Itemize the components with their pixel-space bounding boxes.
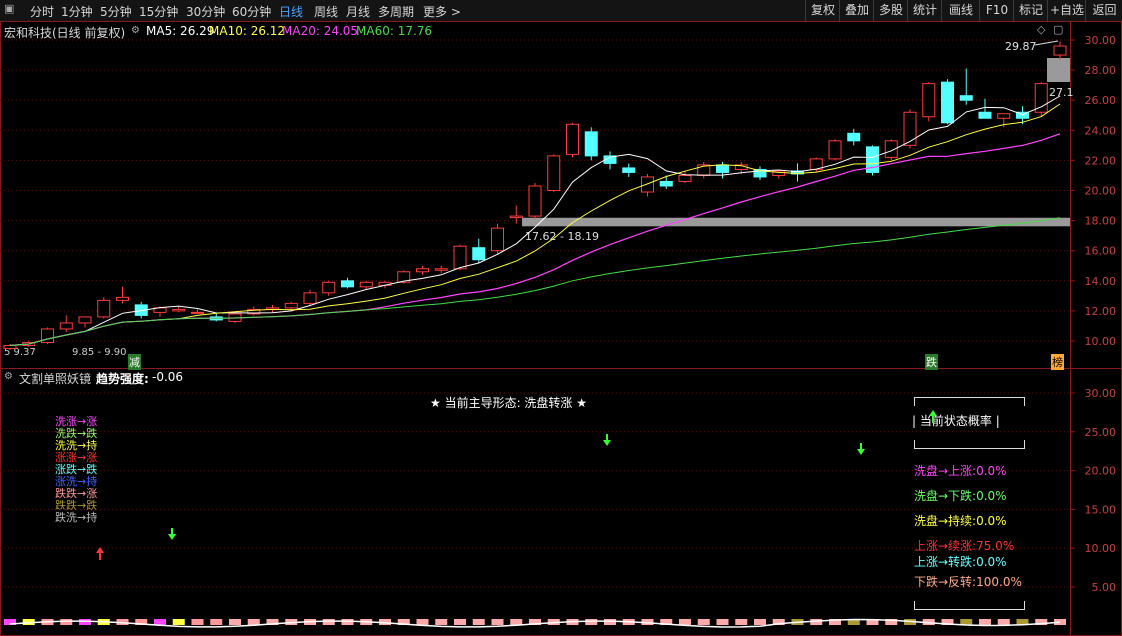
candle-body [978,111,992,119]
state-bar [341,619,354,625]
candle-body [659,180,673,187]
candle-body [716,164,729,173]
state-bar [154,619,166,625]
ma60-line [9,217,1061,346]
candle-body [97,299,111,318]
candle-body [509,215,523,219]
state-bar [697,619,710,625]
y-axis-label: 14.00 [1085,275,1117,288]
candle-body [116,296,129,301]
candle-body [416,268,429,273]
candle-body [78,316,92,324]
support-zone-bar [522,217,1070,227]
y-axis-label: 10.00 [1085,542,1117,555]
candle-body [341,280,354,288]
state-bar [585,619,598,625]
state-bar [754,619,766,625]
y-axis-label: 26.00 [1085,94,1117,107]
candle-body [641,176,654,193]
candle-body [284,302,298,309]
candle-body [828,140,842,160]
state-bar [79,619,91,625]
candle-body [959,95,973,101]
candle-body [322,281,336,294]
up-arrow-icon [929,410,937,416]
state-bar [604,619,616,625]
candle-body [453,245,467,270]
candle-body [903,111,917,146]
candle-body [847,132,861,142]
y-axis-label: 30.00 [1085,34,1117,47]
candle-body [3,345,17,350]
down-arrow-icon [603,440,611,446]
state-bar [191,619,204,625]
state-bar [454,619,466,625]
state-bar [229,619,241,625]
candle-body [434,268,448,271]
y-axis-label: 25.00 [1085,426,1117,439]
candle-body [547,155,561,191]
price-chart[interactable]: 30.00 28.00 26.00 24.00 22.00 20.00 18.00 16.00… [0,0,1122,636]
state-bar [60,619,73,625]
state-bar [510,619,523,625]
candle-body [172,308,186,312]
candle-body [941,81,954,124]
y-axis-label: 24.00 [1085,124,1117,137]
candle-body [566,123,579,155]
candle-body [359,281,373,288]
down-arrow-icon [857,449,865,455]
y-axis-label: 20.00 [1085,465,1117,478]
state-bar [735,619,748,625]
candle-body [622,167,636,173]
candle-body [584,131,598,157]
candle-body [59,322,73,330]
state-bar [979,619,991,625]
y-axis-label: 20.00 [1085,185,1117,198]
state-bar [997,619,1010,625]
state-bar [172,619,185,625]
candle-body [678,174,692,182]
state-bar [716,619,729,625]
state-bar [247,619,260,625]
y-axis-label: 30.00 [1085,387,1117,400]
y-axis-label: 10.00 [1085,335,1117,348]
y-axis-label: 15.00 [1085,503,1117,516]
candle-body [491,227,504,252]
state-bar [491,619,504,625]
candle-body [528,185,542,217]
candle-body [922,83,936,118]
high-price-pointer [1034,40,1059,46]
candle-body [303,292,317,304]
y-axis-label: 5.00 [1092,581,1117,594]
y-axis-label: 28.00 [1085,64,1117,77]
state-bar [435,619,448,625]
down-arrow-icon [168,534,176,540]
price-tag-box [1047,58,1070,82]
state-bar [679,619,691,625]
state-bar [416,619,429,625]
candle-body [191,311,204,314]
state-bar [210,619,223,625]
candle-body [1053,45,1067,56]
y-axis-label: 12.00 [1085,305,1117,318]
y-axis-label: 18.00 [1085,215,1117,228]
ma20-line [9,133,1061,347]
candle-body [472,247,486,261]
candle-body [1034,83,1048,113]
candle-body [997,113,1011,119]
up-arrow-icon [96,547,104,553]
state-bar [322,619,335,625]
y-axis-label: 22.00 [1085,154,1117,167]
y-axis-label: 16.00 [1085,245,1117,258]
state-bar [472,619,485,625]
